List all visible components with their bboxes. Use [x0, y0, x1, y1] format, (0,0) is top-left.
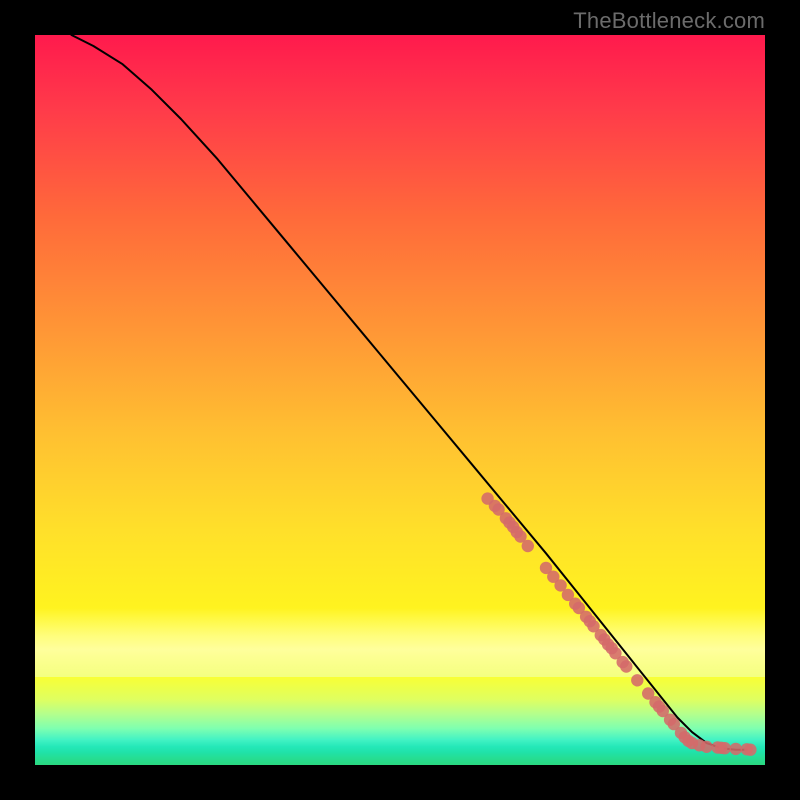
data-markers	[481, 492, 756, 756]
data-point	[719, 742, 731, 754]
data-point	[730, 743, 742, 755]
data-point	[744, 744, 756, 756]
watermark-text: TheBottleneck.com	[573, 8, 765, 34]
chart-frame: TheBottleneck.com	[0, 0, 800, 800]
chart-svg	[35, 35, 765, 765]
data-point	[620, 660, 632, 672]
data-point	[522, 540, 534, 552]
bottleneck-curve	[72, 35, 747, 750]
plot-area	[35, 35, 765, 765]
data-point	[631, 674, 643, 686]
data-point	[700, 741, 712, 753]
